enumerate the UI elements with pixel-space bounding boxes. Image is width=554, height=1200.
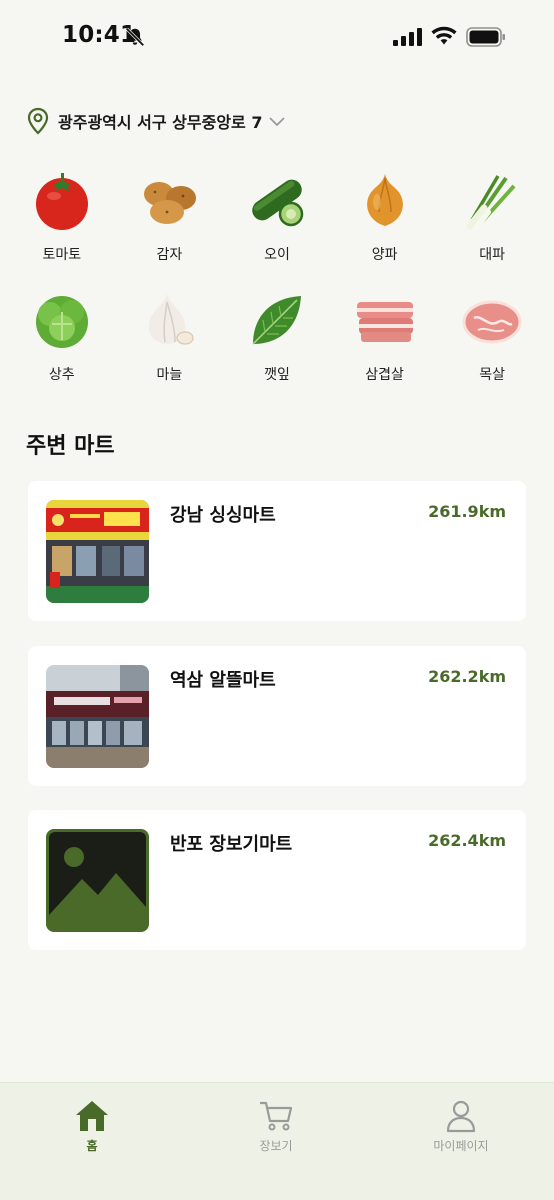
tab-label: 홈 bbox=[86, 1139, 98, 1153]
nearby-section-title: 주변 마트 bbox=[26, 434, 115, 459]
tomato-icon bbox=[35, 173, 88, 230]
category-label: 감자 bbox=[156, 247, 183, 263]
tab-cart[interactable]: 장보기 bbox=[216, 1099, 336, 1154]
pork-belly-icon bbox=[356, 302, 413, 342]
store-photo-placeholder bbox=[46, 829, 149, 932]
home-icon bbox=[76, 1101, 108, 1131]
category-cucumber[interactable]: 오이 bbox=[223, 168, 331, 288]
store-distance: 261.9km bbox=[428, 502, 506, 521]
category-label: 양파 bbox=[371, 247, 398, 263]
bottom-tab-bar: 홈 장보기 마이페이지 bbox=[0, 1082, 554, 1200]
category-green-onion[interactable]: 대파 bbox=[438, 168, 546, 288]
category-label: 토마토 bbox=[42, 247, 82, 263]
user-icon bbox=[446, 1100, 476, 1133]
potato-icon bbox=[144, 182, 197, 224]
category-label: 대파 bbox=[479, 247, 506, 263]
perilla-leaf-icon bbox=[252, 296, 301, 345]
category-label: 목살 bbox=[479, 367, 506, 383]
image-placeholder-icon bbox=[46, 829, 149, 932]
category-label: 상추 bbox=[48, 367, 75, 383]
bell-muted-icon bbox=[125, 27, 145, 47]
map-pin-icon bbox=[27, 107, 49, 135]
store-card[interactable]: 강남 싱싱마트 261.9km bbox=[28, 481, 526, 621]
battery-icon bbox=[466, 27, 505, 47]
category-garlic[interactable]: 마늘 bbox=[116, 288, 224, 408]
store-distance: 262.4km bbox=[428, 831, 506, 850]
cart-icon bbox=[260, 1101, 293, 1131]
store-card[interactable]: 역삼 알뜰마트 262.2km bbox=[28, 646, 526, 786]
status-bar: 10:41 bbox=[0, 0, 554, 76]
tab-label: 마이페이지 bbox=[433, 1139, 489, 1153]
location-selector[interactable]: 광주광역시 서구 상무중앙로 7 bbox=[26, 106, 286, 136]
store-photo bbox=[46, 500, 149, 603]
lettuce-icon bbox=[35, 296, 88, 348]
category-label: 깻잎 bbox=[264, 367, 290, 383]
store-name: 역삼 알뜰마트 bbox=[170, 670, 276, 691]
category-grid: 토마토 감자 오이 양파 대파 상추 마늘 깻잎 삼겹살 목살 bbox=[8, 168, 546, 408]
category-onion[interactable]: 양파 bbox=[331, 168, 439, 288]
cellular-signal-icon bbox=[393, 28, 422, 46]
category-pork-belly[interactable]: 삼겹살 bbox=[331, 288, 439, 408]
tab-home[interactable]: 홈 bbox=[32, 1099, 152, 1154]
category-label: 삼겹살 bbox=[365, 367, 404, 383]
category-lettuce[interactable]: 상추 bbox=[8, 288, 116, 408]
category-potato[interactable]: 감자 bbox=[116, 168, 224, 288]
onion-icon bbox=[366, 174, 403, 226]
store-name: 반포 장보기마트 bbox=[170, 834, 293, 855]
tab-label: 장보기 bbox=[259, 1139, 293, 1153]
store-photo bbox=[46, 665, 149, 768]
category-label: 마늘 bbox=[156, 367, 183, 383]
store-name: 강남 싱싱마트 bbox=[170, 505, 276, 526]
store-card[interactable]: 반포 장보기마트 262.4km bbox=[28, 810, 526, 950]
category-tomato[interactable]: 토마토 bbox=[8, 168, 116, 288]
store-distance: 262.2km bbox=[428, 667, 506, 686]
category-pork-neck[interactable]: 목살 bbox=[438, 288, 546, 408]
pork-neck-icon bbox=[462, 300, 522, 344]
chevron-down-icon bbox=[269, 117, 286, 127]
tab-mypage[interactable]: 마이페이지 bbox=[401, 1099, 521, 1154]
garlic-icon bbox=[149, 294, 194, 345]
wifi-icon bbox=[431, 26, 457, 45]
location-address: 광주광역시 서구 상무중앙로 7 bbox=[58, 113, 263, 132]
cucumber-icon bbox=[252, 179, 304, 227]
category-perilla[interactable]: 깻잎 bbox=[223, 288, 331, 408]
green-onion-icon bbox=[466, 175, 516, 231]
category-label: 오이 bbox=[264, 247, 290, 263]
